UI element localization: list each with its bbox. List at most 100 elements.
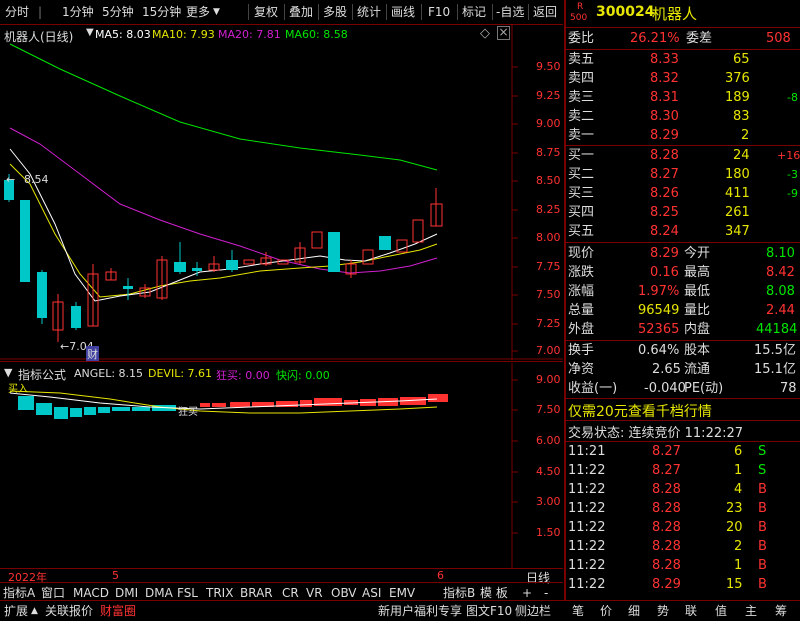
chevron-down-icon[interactable]: ▼	[213, 3, 220, 21]
tab-wealth-circle[interactable]: 财富圈	[100, 603, 136, 619]
stats-row: 总量 96549 量比 2.44	[568, 303, 795, 318]
period-tab-intraday[interactable]: 分时	[5, 3, 29, 21]
side-tab-main[interactable]: 主	[745, 603, 757, 619]
draw-line-button[interactable]: 画线	[391, 3, 415, 21]
diamond-icon[interactable]: ◇	[480, 26, 490, 41]
high-arrow-icon: ←	[6, 173, 16, 186]
level2-badge[interactable]: R 500	[568, 2, 596, 23]
tab-related-quotes[interactable]: 关联报价	[45, 603, 93, 619]
tab-dmi[interactable]: DMI	[115, 585, 138, 601]
ask-row[interactable]: 卖五 8.33 65	[566, 50, 800, 69]
indicator-chart[interactable]: ▼ 指标公式 ANGEL: 8.15 DEVIL: 7.61 狂买: 0.00 …	[0, 363, 563, 568]
tab-indicator-a[interactable]: 指标A	[3, 585, 35, 601]
side-tab-detail[interactable]: 细	[628, 603, 640, 619]
ind-tick: 7.50	[536, 403, 561, 416]
stats-row: 净资 2.65 流通 15.1亿	[568, 362, 796, 377]
bottom-tabbar: 扩展 ▲ 关联报价 财富圈 新用户福利专享 图文F10 侧边栏 笔 价 细 势 …	[0, 600, 800, 621]
period-tab-5min[interactable]: 5分钟	[102, 3, 134, 21]
zoom-in-button[interactable]: +	[522, 585, 532, 601]
bid-row[interactable]: 买三 8.26 411 -9	[566, 184, 800, 203]
period-tab-15min[interactable]: 15分钟	[142, 3, 181, 21]
indicator-bars	[18, 394, 448, 419]
multi-stock-button[interactable]: 多股	[323, 3, 347, 21]
stats-row: 收益(一) -0.040 PE(动) 78	[568, 381, 797, 396]
bid-row[interactable]: 买一 8.28 24 +16	[566, 146, 800, 165]
ask-row[interactable]: 卖四 8.32 376	[566, 69, 800, 88]
trade-status: 交易状态: 连续竞价 11:22:27	[568, 426, 744, 441]
ask-row[interactable]: 卖二 8.30 83	[566, 107, 800, 126]
kuaishan-label: 快闪: 0.00	[276, 369, 330, 382]
devil-label: DEVIL: 7.61	[148, 367, 213, 380]
tick-row: 11:21 8.27 6 S	[568, 444, 767, 459]
date-month-6: 6	[437, 569, 444, 582]
bid-row[interactable]: 买五 8.24 347	[566, 222, 800, 241]
tab-f10-graphic[interactable]: 图文F10	[466, 603, 512, 619]
overlay-button[interactable]: 叠加	[289, 3, 313, 21]
stock-name: 机器人	[652, 5, 698, 23]
side-tab-trend[interactable]: 势	[657, 603, 669, 619]
tab-template[interactable]: 模 板	[480, 585, 508, 601]
tab-macd[interactable]: MACD	[73, 585, 109, 601]
price-tick: 8.25	[536, 203, 561, 216]
f10-button[interactable]: F10	[428, 3, 450, 21]
ind-tick: 3.00	[536, 495, 561, 508]
tab-trix[interactable]: TRIX	[206, 585, 233, 601]
indicator-settings-icon[interactable]: ▼	[4, 366, 12, 379]
ma5-line	[9, 148, 438, 302]
tab-extend[interactable]: 扩展	[4, 603, 28, 619]
side-tab-related[interactable]: 联	[685, 603, 697, 619]
bid-row[interactable]: 买二 8.27 180 -3	[566, 165, 800, 184]
quote-panel: R 500 300024 机器人 委比 26.21% 委差 508 卖五 8.3…	[564, 0, 800, 600]
ma10-label: MA10: 7.93	[152, 28, 215, 41]
ask-row[interactable]: 卖一 8.29 2	[566, 126, 800, 145]
new-user-promo-link[interactable]: 新用户福利专享	[378, 603, 462, 619]
indicator-svg	[9, 363, 518, 568]
chevron-up-icon[interactable]: ▲	[31, 603, 38, 619]
stats-row: 换手 0.64% 股本 15.5亿	[568, 343, 796, 358]
price-tick: 7.25	[536, 317, 561, 330]
candlestick-svg	[0, 24, 563, 360]
finance-marker[interactable]: 财	[86, 346, 99, 362]
tab-brar[interactable]: BRAR	[240, 585, 273, 601]
indicator-tabbar: 指标A 窗口 MACD DMI DMA FSL TRIX BRAR CR VR …	[0, 582, 563, 601]
ma10-line	[9, 163, 438, 298]
high-price-label: 8.54	[24, 173, 49, 186]
tab-indicator-b[interactable]: 指标B	[443, 585, 475, 601]
close-icon[interactable]: ×	[497, 26, 510, 40]
ind-tick: 6.00	[536, 434, 561, 447]
price-tick: 7.00	[536, 344, 561, 357]
ind-tick: 4.50	[536, 465, 561, 478]
tab-emv[interactable]: EMV	[389, 585, 415, 601]
tick-row: 11:22 8.28 23 B	[568, 501, 767, 516]
ask-row[interactable]: 卖三 8.31 189 -8	[566, 88, 800, 107]
period-tab-1min[interactable]: 1分钟	[62, 3, 94, 21]
tab-dma[interactable]: DMA	[145, 585, 173, 601]
stats-row: 现价 8.29 今开 8.10	[568, 246, 795, 261]
period-more-menu[interactable]: 更多	[186, 3, 210, 21]
sell-annotation: 狂买	[178, 407, 198, 418]
zoom-out-button[interactable]: -	[544, 585, 548, 601]
side-tab-tick[interactable]: 笔	[572, 603, 584, 619]
tab-window[interactable]: 窗口	[41, 585, 65, 601]
side-tab-price[interactable]: 价	[600, 603, 612, 619]
restore-rights-button[interactable]: 复权	[254, 3, 278, 21]
statistics-button[interactable]: 统计	[357, 3, 381, 21]
tab-cr[interactable]: CR	[282, 585, 299, 601]
level-upgrade-link[interactable]: 仅需20元查看千档行情	[568, 401, 712, 421]
remove-watchlist-button[interactable]: -自选	[496, 3, 524, 21]
tab-asi[interactable]: ASI	[362, 585, 381, 601]
tab-fsl[interactable]: FSL	[177, 585, 198, 601]
side-tab-value[interactable]: 值	[715, 603, 727, 619]
ma60-label: MA60: 8.58	[285, 28, 348, 41]
mark-button[interactable]: 标记	[462, 3, 486, 21]
candlestick-chart[interactable]: 机器人(日线) ▼ MA5: 8.03 MA10: 7.93 MA20: 7.8…	[0, 24, 563, 362]
sidebar-toggle[interactable]: 侧边栏	[515, 603, 551, 619]
tab-obv[interactable]: OBV	[331, 585, 357, 601]
tab-vr[interactable]: VR	[306, 585, 323, 601]
dropdown-caret-icon[interactable]: ▼	[86, 27, 94, 38]
side-tab-chips[interactable]: 筹	[775, 603, 787, 619]
back-button[interactable]: 返回	[533, 3, 557, 21]
tick-row: 11:22 8.28 20 B	[568, 520, 767, 535]
tick-row: 11:22 8.27 1 S	[568, 463, 767, 478]
bid-row[interactable]: 买四 8.25 261	[566, 203, 800, 222]
